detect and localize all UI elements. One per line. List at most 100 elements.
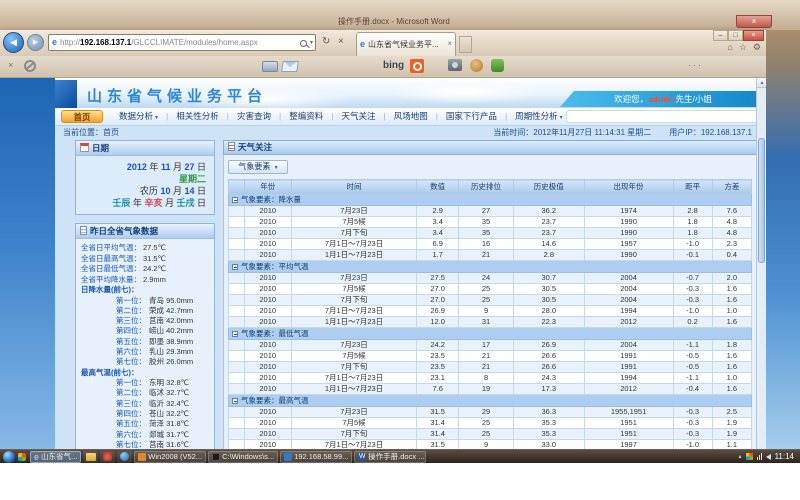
home-icon[interactable]: ⌂ [727,42,732,53]
taskbar-window-button[interactable]: W操作手册.docx ... [354,451,426,463]
pinned-app-icon[interactable] [18,453,26,461]
camera-icon[interactable] [448,59,462,71]
table-cell: 1994 [584,306,673,317]
nav-item-周期性分析[interactable]: 周期性分析▾ [507,111,571,121]
taskbar-window-button[interactable]: 192.168.58.99... [280,451,352,463]
close-button[interactable]: × [743,30,764,41]
vertical-scrollbar[interactable]: ▲ ▼ [756,78,766,463]
maximize-button[interactable]: □ [728,30,743,41]
search-icon[interactable] [300,40,307,47]
nav-item-灾害查询[interactable]: 灾害查询 [229,111,279,121]
browser-tab[interactable]: e山东省气候业务平... × [356,32,456,56]
element-selector-button[interactable]: 气象要素 ▾ [228,160,288,174]
scrollbar-thumb[interactable] [758,138,765,263]
nav-item-相关性分析[interactable]: 相关性分析 [168,111,227,121]
back-button[interactable]: ◀ [3,32,24,53]
volume-icon[interactable] [766,454,771,460]
table-row[interactable]: 20107月23日27.52430.72004-0.72.0 [229,273,752,284]
forward-button[interactable]: ▶ [27,34,44,51]
table-header-row: 年份时间数值历史排位历史极值出现年份距平方差 [229,180,752,194]
scroll-up-icon[interactable]: ▲ [757,78,766,88]
table-cell: 28.0 [514,306,585,317]
nav-item-国家下行产品[interactable]: 国家下行产品 [438,111,505,121]
taskbar-active-window[interactable]: e 山东省气... [30,451,81,463]
table-cell: 35.3 [514,418,585,429]
table-row[interactable]: 20101月1日～7月23日7.61917.32012-0.41.6 [229,384,752,395]
collapse-icon[interactable] [232,197,238,203]
table-row[interactable]: 20107月下旬31.42535.31951-0.31.9 [229,429,752,440]
pinned-media-app[interactable] [100,451,115,463]
chevron-down-icon[interactable]: ▾ [310,36,313,51]
start-button[interactable] [3,451,15,463]
table-cell: 7月5候 [291,351,417,362]
pinned-browser[interactable] [117,451,132,463]
taskbar-clock[interactable]: 11:14 [775,452,794,461]
table-row[interactable]: 20107月5候27.02530.52004-0.31.6 [229,284,752,295]
table-row[interactable]: 20107月下旬27.02530.52004-0.31.6 [229,295,752,306]
table-row[interactable]: 20107月5候31.42535.31951-0.31.9 [229,418,752,429]
blocker-icon[interactable] [24,60,36,72]
table-group-row[interactable]: 气象要素：最高气温 [229,395,752,407]
table-row[interactable]: 20107月1日～7月23日6.91614.61957-1.02.3 [229,239,752,250]
table-row[interactable]: 20107月下旬23.52126.61991-0.51.6 [229,362,752,373]
nav-search-box[interactable] [566,110,762,123]
table-cell: 2010 [244,384,291,395]
table-cell: 27.5 [417,273,459,284]
address-bar[interactable]: ehttp://192.168.137.1/GLCCLIMATE/modules… [48,34,316,51]
collapse-icon[interactable] [232,264,238,270]
action-center-flag-icon[interactable] [746,453,753,460]
minimize-button[interactable]: – [713,30,728,41]
nav-item-home[interactable]: 首页 [61,110,103,123]
table-row[interactable]: 20107月23日31.52936.31955,1951-0.32.5 [229,407,752,418]
new-tab-button[interactable] [459,36,472,53]
settings-gear-icon[interactable]: ⚙ [753,42,761,53]
table-cell: 6.9 [417,239,459,250]
collapse-icon[interactable] [232,331,238,337]
pinned-explorer[interactable] [83,451,98,463]
table-row[interactable]: 20107月下旬3.43523.719901.84.8 [229,228,752,239]
table-row[interactable]: 20101月1日～7月23日1.7212.81990-0.10.4 [229,250,752,261]
bing-search-icon[interactable] [410,59,424,73]
ranking-item: 第一位：东明 32.8℃ [76,378,211,388]
tab-close-icon[interactable]: × [447,33,452,55]
table-row[interactable]: 20107月23日24.21726.92004-1.11.8 [229,340,752,351]
tab-favicon-icon: e [360,33,365,55]
date-token: 月 [170,186,184,196]
background-close-button[interactable]: × [736,15,772,28]
nav-item-风场地图[interactable]: 风场地图 [386,111,436,121]
mail-icon[interactable] [281,61,299,72]
toolbar-more-icon[interactable]: ··· [688,60,703,70]
stop-icon[interactable]: × [338,36,344,47]
table-group-row[interactable]: 气象要素：降水量 [229,194,752,206]
bing-logo[interactable]: bing [383,60,404,71]
favorites-star-icon[interactable]: ☆ [739,42,747,53]
refresh-icon[interactable]: ↻ [322,36,330,47]
table-row[interactable]: 20107月5候3.43523.719901.84.8 [229,217,752,228]
table-row[interactable]: 20107月1日～7月23日23.1824.31994-1.11.0 [229,373,752,384]
tray-expand-icon[interactable]: ▴ [739,453,742,460]
weekday: 星期二 [76,173,206,185]
taskbar-window-button[interactable]: Win2008 (V52... [134,451,206,463]
table-row[interactable]: 20101月1日～7月23日12.03122.320120.21.6 [229,317,752,328]
table-group-row[interactable]: 气象要素：最低气温 [229,328,752,340]
pet-icon[interactable] [470,59,483,72]
table-group-row[interactable]: 气象要素：平均气温 [229,261,752,273]
toolbar-close-icon[interactable]: × [8,60,13,70]
rank-value: 即墨 38.9mm [149,337,211,347]
rank-label: 第三位： [116,316,146,326]
taskbar-window-label: 操作手册.docx ... [368,451,424,462]
card-icon[interactable] [262,61,278,72]
nav-item-整编资料[interactable]: 整编资料 [281,111,331,121]
calendar-icon [80,143,89,152]
weather-stat: 全省日最高气温：31.5℃ [76,254,211,265]
nav-item-天气关注[interactable]: 天气关注 [333,111,383,121]
collapse-icon[interactable] [232,398,238,404]
addon-puzzle-icon[interactable] [491,59,504,72]
table-row[interactable]: 20107月5候23.52126.61991-0.51.6 [229,351,752,362]
table-row[interactable]: 20107月23日2.92736.219742.87.6 [229,206,752,217]
table-row[interactable]: 20107月1日～7月23日26.9928.01994-1.01.0 [229,306,752,317]
date-token: 辛亥 [144,198,162,208]
nav-item-数据分析[interactable]: 数据分析▾ [111,111,166,121]
network-icon[interactable] [757,453,762,460]
taskbar-window-button[interactable]: C:\Windows\s... [208,451,278,463]
